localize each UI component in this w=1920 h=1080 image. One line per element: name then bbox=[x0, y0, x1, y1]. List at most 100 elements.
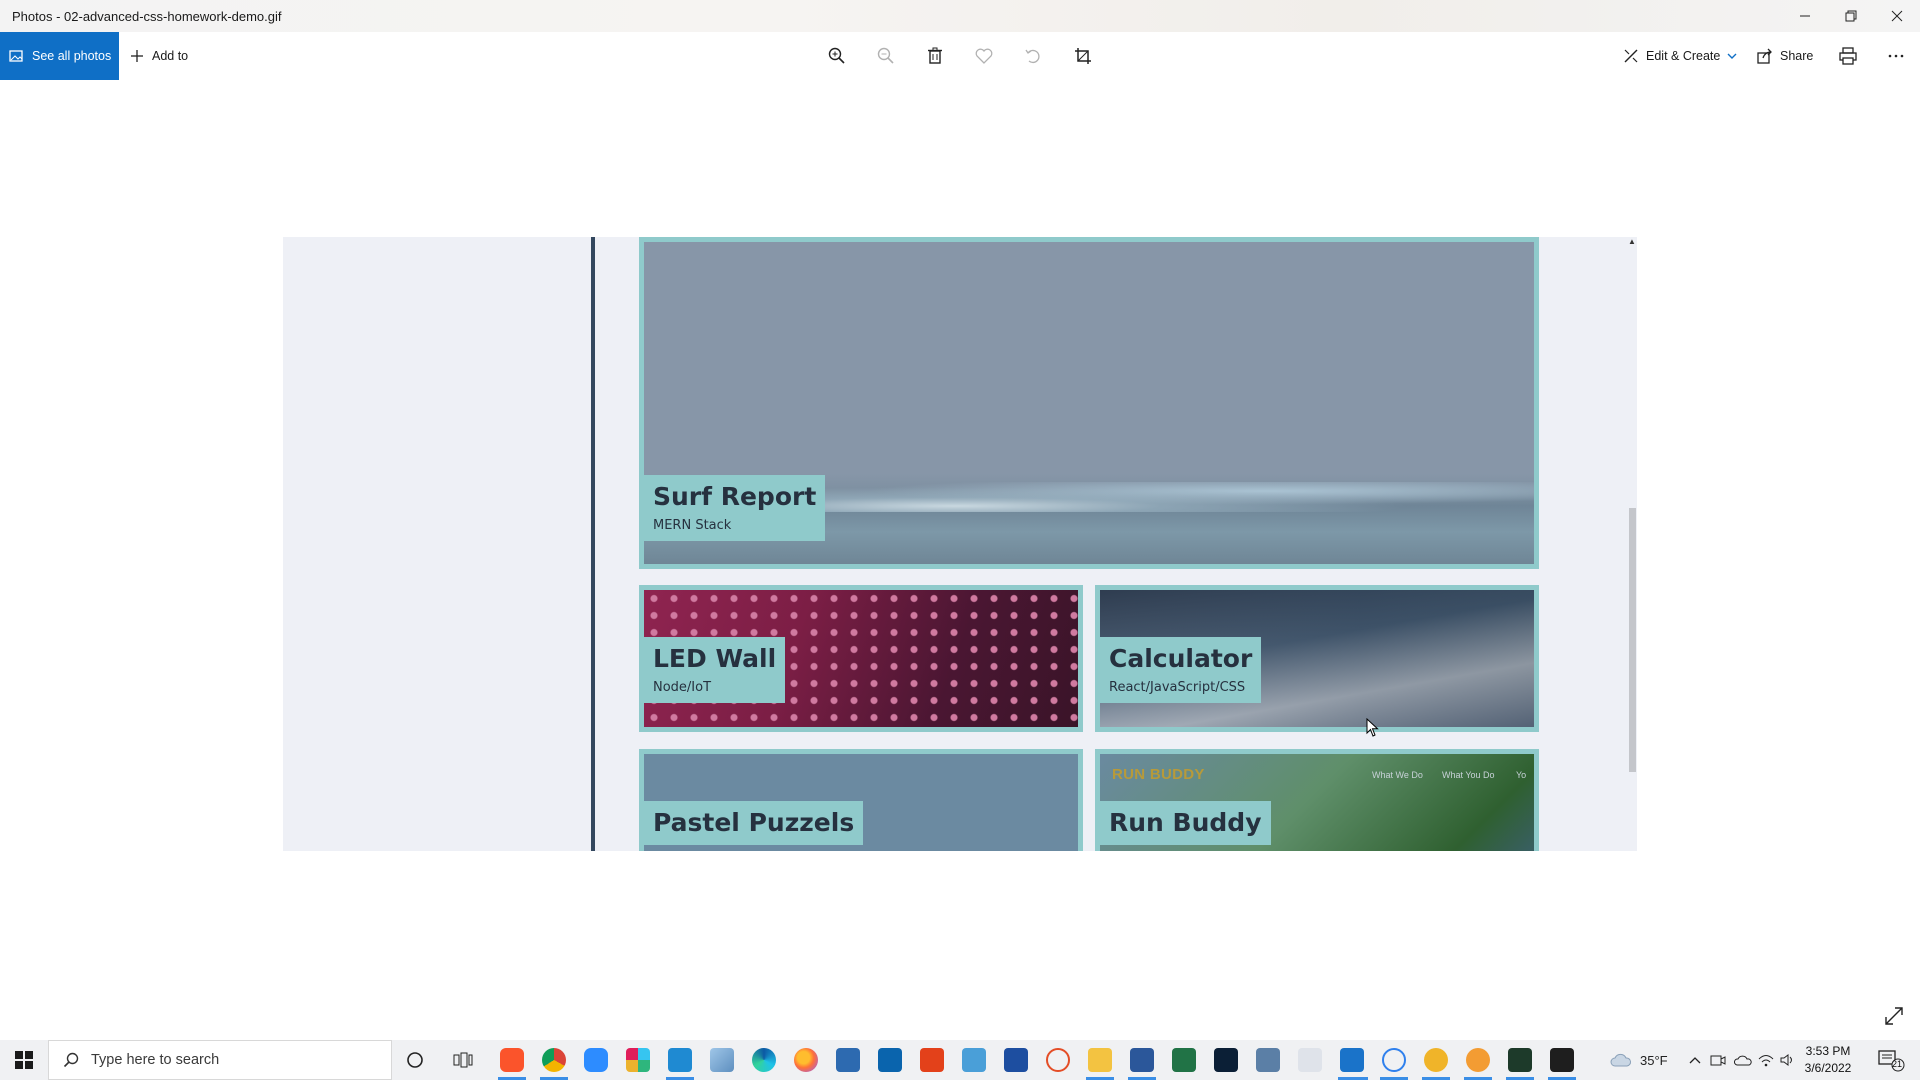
zoom-out-button[interactable] bbox=[874, 44, 898, 68]
weather-widget[interactable]: 35°F bbox=[1610, 1040, 1668, 1080]
gif-frame: ▲ Surf Report MERN Stack LED Wall Node/I… bbox=[283, 237, 1637, 851]
paint-icon[interactable] bbox=[1046, 1048, 1070, 1072]
fullscreen-icon[interactable] bbox=[1883, 1005, 1905, 1027]
zoom-app-icon[interactable] bbox=[584, 1048, 608, 1072]
restore-button[interactable] bbox=[1828, 0, 1874, 32]
project-label: Calculator React/JavaScript/CSS bbox=[1100, 637, 1262, 703]
sync-icon[interactable] bbox=[1382, 1048, 1406, 1072]
delete-button[interactable] bbox=[923, 44, 947, 68]
edit-create-icon bbox=[1624, 49, 1638, 63]
chevron-down-icon bbox=[1727, 53, 1737, 59]
photos-icon bbox=[9, 50, 23, 62]
rotate-icon bbox=[1025, 49, 1040, 64]
window-title: Photos - 02-advanced-css-homework-demo.g… bbox=[12, 8, 282, 24]
store-icon[interactable] bbox=[836, 1048, 860, 1072]
zoom-out-icon bbox=[877, 47, 894, 64]
file-explorer-icon[interactable] bbox=[1088, 1048, 1112, 1072]
taskbar-clock[interactable]: 3:53 PM 3/6/2022 bbox=[1796, 1043, 1860, 1077]
show-hidden-icons-button[interactable] bbox=[1688, 1040, 1702, 1080]
cloud-icon bbox=[1610, 1053, 1631, 1067]
favorite-button[interactable] bbox=[972, 44, 996, 68]
terminal-icon[interactable] bbox=[1214, 1048, 1238, 1072]
app-icon[interactable] bbox=[1508, 1048, 1532, 1072]
project-card-surf-report[interactable]: Surf Report MERN Stack bbox=[639, 237, 1539, 569]
project-title: LED Wall bbox=[653, 644, 777, 673]
firefox-icon[interactable] bbox=[794, 1048, 818, 1072]
project-card-led-wall[interactable]: LED Wall Node/IoT bbox=[639, 585, 1083, 732]
divider-line bbox=[591, 237, 595, 851]
excel-icon[interactable] bbox=[1172, 1048, 1196, 1072]
word-icon[interactable] bbox=[1130, 1048, 1154, 1072]
task-view-icon[interactable] bbox=[449, 1046, 477, 1074]
minimize-button[interactable] bbox=[1782, 0, 1828, 32]
scrollbar-thumb[interactable] bbox=[1629, 508, 1636, 772]
onedrive-icon[interactable] bbox=[1734, 1040, 1752, 1080]
app-icon[interactable] bbox=[1466, 1048, 1490, 1072]
notification-center-button[interactable]: 21 bbox=[1876, 1048, 1906, 1072]
photos-app-icon[interactable] bbox=[1340, 1048, 1364, 1072]
printer-icon bbox=[1839, 47, 1857, 65]
plus-icon bbox=[131, 50, 143, 62]
brave-browser-icon[interactable] bbox=[500, 1048, 524, 1072]
chrome-icon[interactable] bbox=[542, 1048, 566, 1072]
add-to-label: Add to bbox=[152, 49, 189, 63]
project-label: Surf Report MERN Stack bbox=[644, 475, 826, 541]
search-icon bbox=[63, 1052, 79, 1068]
remote-desktop-icon[interactable] bbox=[962, 1048, 986, 1072]
start-button[interactable] bbox=[0, 1040, 48, 1080]
close-button[interactable] bbox=[1874, 0, 1920, 32]
run-buddy-nav-item: What You Do bbox=[1442, 770, 1495, 780]
cortana-icon[interactable] bbox=[401, 1046, 429, 1074]
taskbar-search-box[interactable]: Type here to search bbox=[48, 1040, 392, 1080]
project-title: Run Buddy bbox=[1109, 808, 1262, 837]
scroll-up-arrow-icon: ▲ bbox=[1628, 237, 1636, 246]
project-label: Run Buddy bbox=[1100, 801, 1271, 845]
app-icon[interactable] bbox=[1004, 1048, 1028, 1072]
trash-icon bbox=[928, 47, 942, 64]
zoom-in-button[interactable] bbox=[825, 44, 849, 68]
app-icon[interactable] bbox=[1298, 1048, 1322, 1072]
app-icon[interactable] bbox=[710, 1048, 734, 1072]
chat-app-icon[interactable] bbox=[1424, 1048, 1448, 1072]
rotate-button[interactable] bbox=[1021, 44, 1045, 68]
project-title: Surf Report bbox=[653, 482, 817, 511]
share-button[interactable]: Share bbox=[1757, 32, 1813, 80]
console-icon[interactable] bbox=[1550, 1048, 1574, 1072]
project-card-run-buddy[interactable]: RUN BUDDY What We Do What You Do Yo Run … bbox=[1095, 749, 1539, 851]
weather-temp: 35°F bbox=[1640, 1052, 1668, 1068]
network-icon[interactable] bbox=[1758, 1040, 1774, 1080]
chevron-up-icon bbox=[1689, 1057, 1701, 1064]
see-all-photos-button[interactable]: See all photos bbox=[0, 32, 119, 80]
project-stack: React/JavaScript/CSS bbox=[1109, 679, 1246, 695]
calculator-icon[interactable] bbox=[1256, 1048, 1280, 1072]
edit-create-label: Edit & Create bbox=[1646, 49, 1721, 63]
meet-now-icon[interactable] bbox=[1710, 1040, 1726, 1080]
share-label: Share bbox=[1780, 49, 1814, 63]
add-to-button[interactable]: Add to bbox=[130, 32, 188, 80]
run-buddy-nav-item: Yo bbox=[1516, 770, 1527, 780]
windows-logo-icon bbox=[15, 1051, 33, 1069]
notification-count: 21 bbox=[1892, 1059, 1903, 1069]
more-options-button[interactable] bbox=[1884, 44, 1908, 68]
project-card-pastel-puzzels[interactable]: Pastel Puzzels bbox=[639, 749, 1083, 851]
clock-date: 3/6/2022 bbox=[1804, 1061, 1852, 1075]
zoom-in-icon bbox=[828, 47, 845, 64]
run-buddy-brand: RUN BUDDY bbox=[1112, 766, 1205, 783]
mail-icon[interactable] bbox=[878, 1048, 902, 1072]
run-buddy-nav-item: What We Do bbox=[1372, 770, 1423, 780]
project-label: Pastel Puzzels bbox=[644, 801, 864, 845]
vscode-icon[interactable] bbox=[668, 1048, 692, 1072]
print-button[interactable] bbox=[1836, 44, 1860, 68]
edge-icon[interactable] bbox=[752, 1048, 776, 1072]
heart-icon bbox=[975, 48, 993, 64]
search-placeholder: Type here to search bbox=[91, 1052, 220, 1068]
mouse-cursor-icon bbox=[1366, 718, 1379, 737]
slack-icon[interactable] bbox=[626, 1048, 650, 1072]
crop-button[interactable] bbox=[1071, 44, 1095, 68]
edit-create-button[interactable]: Edit & Create bbox=[1623, 32, 1737, 80]
project-card-calculator[interactable]: Calculator React/JavaScript/CSS bbox=[1095, 585, 1539, 732]
close-icon bbox=[1891, 10, 1903, 22]
office-icon[interactable] bbox=[920, 1048, 944, 1072]
volume-icon[interactable] bbox=[1780, 1040, 1794, 1080]
restore-icon bbox=[1845, 10, 1857, 22]
